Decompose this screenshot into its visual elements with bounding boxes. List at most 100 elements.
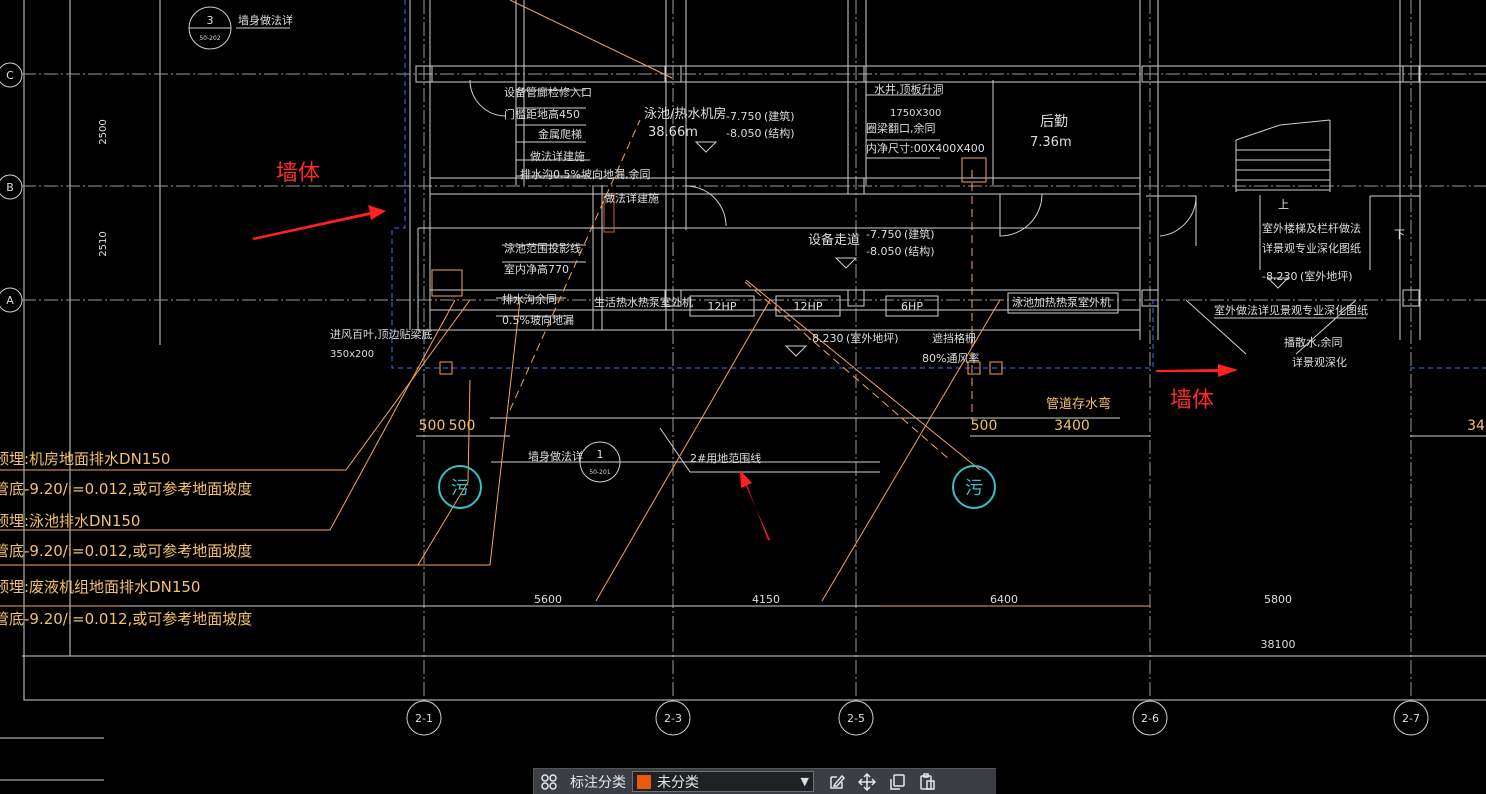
level-2a-tag: (建筑) — [904, 227, 935, 241]
pipe-note-5: 预埋:废液机组地面排水DN150 — [0, 578, 200, 596]
category-select[interactable]: 未分类 ▼ — [632, 771, 814, 792]
note-access-entry: 设备管廊检修入口 — [504, 85, 592, 99]
dim-2500: 2500 — [98, 119, 109, 144]
note-site-boundary: 2#用地范围线 — [690, 451, 761, 465]
bubble-3-ref: 50-202 — [199, 35, 220, 42]
level-2b: -8.050 — [866, 245, 901, 258]
note-outdoor-detail: 室外做法详见景观专业深化图纸 — [1214, 303, 1368, 317]
room-corridor: 设备走道 — [808, 232, 860, 248]
ac-12hp-b: 12HP — [794, 300, 823, 313]
stair-down: 下 — [1394, 228, 1405, 241]
annotation-toolbar: 标注分类 未分类 ▼ — [533, 768, 996, 794]
note-pool-heatpump: 泳池加热热泵室外机 — [1012, 295, 1111, 309]
dim-38100: 38100 — [1261, 638, 1296, 651]
level-outdoor-2-tag: (室外地坪) — [1300, 269, 1353, 283]
bubble-3-num: 3 — [207, 14, 214, 27]
note-pipe-trap: 管道存水弯 — [1046, 396, 1111, 412]
note-ladder: 金属爬梯 — [538, 127, 582, 141]
axis-label-2-1: 2-1 — [415, 712, 433, 725]
dim-500b: 500 — [449, 418, 476, 434]
grid-icon — [541, 773, 557, 790]
dim-5800: 5800 — [1264, 593, 1292, 606]
level-outdoor-2: -8.230 — [1262, 270, 1297, 283]
chevron-down-icon: ▼ — [800, 775, 809, 788]
axis-label-c: C — [6, 69, 14, 82]
axis-label-2-6: 2-6 — [1141, 712, 1159, 725]
note-louver-size: 350x200 — [330, 349, 374, 360]
shaft-label: 水井,顶板升洞 — [874, 82, 944, 96]
room-pool-machine: 泳池/热水机房 — [644, 106, 726, 122]
level-2b-tag: (结构) — [904, 244, 935, 258]
copy-icon — [890, 773, 905, 790]
edit-icon — [830, 774, 846, 789]
note-stair-detail: 室外楼梯及栏杆做法 — [1262, 221, 1361, 235]
note-pool-outline: 泳池范围投影线 — [504, 241, 581, 255]
dim-6400: 6400 — [990, 593, 1018, 606]
copy-button[interactable] — [882, 769, 912, 794]
level-1b-tag: (结构) — [764, 126, 795, 140]
annotation-wall-left: 墙体 — [276, 161, 320, 186]
paste-icon — [920, 772, 935, 790]
note-per-arch-2: 做法详建施 — [604, 191, 659, 205]
room-pool-area: 38.66m — [648, 125, 698, 140]
paste-button[interactable] — [912, 769, 942, 794]
level-outdoor-tag: (室外地坪) — [846, 331, 899, 345]
move-button[interactable] — [852, 769, 882, 794]
note-dhw-outdoor: 生活热水热泵室外机 — [594, 295, 693, 309]
pipe-note-4: 管底-9.20/i=0.012,或可参考地面坡度 — [0, 542, 252, 560]
edit-button[interactable] — [822, 769, 852, 794]
category-label: 标注分类 — [570, 774, 626, 791]
shaft-note-1: 圈梁翻口,余同 — [866, 121, 936, 135]
bubble-1-num: 1 — [597, 448, 604, 461]
dim-5600: 5600 — [534, 593, 562, 606]
dim-34: 34 — [1467, 418, 1485, 434]
shaft-note-2: 内净尺寸:00X400X400 — [866, 141, 985, 155]
level-1a-tag: (建筑) — [764, 109, 795, 123]
category-color-swatch — [637, 774, 651, 789]
note-vent-rate: 80%通风率 — [922, 351, 979, 365]
level-1b: -8.050 — [726, 127, 761, 140]
pipe-note-6: 管底-9.20/i=0.012,或可参考地面坡度 — [0, 610, 252, 628]
note-louver: 进风百叶,顶边贴梁底 — [330, 327, 433, 341]
ac-12hp-a: 12HP — [708, 300, 737, 313]
pipe-note-1: 预埋:机房地面排水DN150 — [0, 450, 170, 468]
stair-up: 上 — [1278, 198, 1289, 211]
pipe-note-3: 预埋:泳池排水DN150 — [0, 512, 140, 530]
category-select-value: 未分类 — [657, 774, 699, 791]
dim-4150: 4150 — [752, 593, 780, 606]
note-scatter-water: 播散水,余同 — [1284, 335, 1343, 349]
drain-symbol-2: 污 — [965, 478, 983, 499]
room-logistics: 后勤 — [1040, 114, 1068, 130]
axis-label-b: B — [6, 181, 14, 194]
level-outdoor: -8.230 — [808, 332, 843, 345]
ac-6hp: 6HP — [901, 300, 923, 313]
note-screen: 遮挡格栅 — [932, 331, 976, 345]
axis-label-a: A — [6, 294, 14, 307]
dim-2510: 2510 — [98, 231, 109, 256]
bubble-1-ref: 50-201 — [589, 469, 610, 476]
annotation-category-button[interactable] — [534, 769, 564, 794]
axis-label-2-5: 2-5 — [847, 712, 865, 725]
dim-3400: 3400 — [1054, 418, 1090, 434]
pipe-note-2: 管底-9.20/i=0.012,或可参考地面坡度 — [0, 480, 252, 498]
note-wall-detail-bottom: 墙身做法详 — [528, 449, 583, 463]
axis-label-2-7: 2-7 — [1402, 712, 1420, 725]
axis-label-2-3: 2-3 — [664, 712, 682, 725]
move-icon — [858, 772, 876, 791]
note-trench-same: 排水沟余同 — [502, 292, 557, 306]
level-1a: -7.750 — [726, 110, 761, 123]
note-clear-height: 室内净高770 — [504, 262, 569, 276]
drain-symbol-1: 污 — [451, 478, 469, 499]
note-threshold: 门槛距地高450 — [504, 107, 580, 121]
note-landscape: 详景观专业深化图纸 — [1262, 241, 1361, 255]
dim-500a: 500 — [419, 418, 446, 434]
note-wall-detail-top: 墙身做法详 — [238, 13, 293, 27]
note-landscape-2: 详景观深化 — [1292, 355, 1347, 369]
room-logistics-area: 7.36m — [1030, 135, 1072, 150]
annotation-wall-right: 墙体 — [1170, 388, 1214, 413]
cad-drawing-canvas[interactable]: C B A 2-1 2-3 2-5 2-6 2-7 2500 2510 3 50… — [0, 0, 1486, 793]
note-trench-slope: 排水沟0.5%坡向地漏,余同 — [520, 167, 650, 181]
shaft-size: 1750X300 — [890, 108, 941, 119]
note-slope-drain: 0.5%坡向地漏 — [502, 313, 574, 327]
dim-500c: 500 — [971, 418, 998, 434]
